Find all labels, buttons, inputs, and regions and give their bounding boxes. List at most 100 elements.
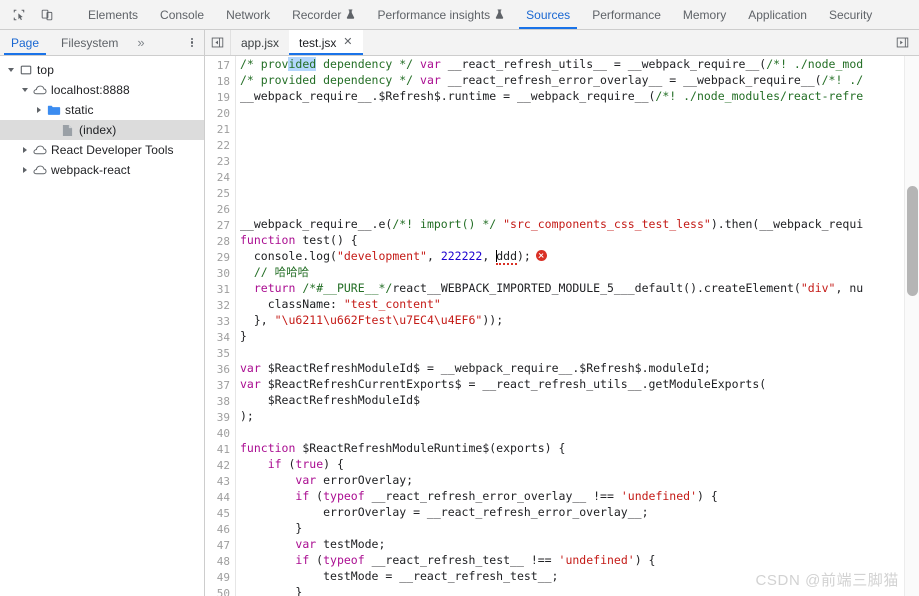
tree-item-localhost-8888[interactable]: localhost:8888 — [0, 80, 204, 100]
code-token: test — [302, 233, 331, 247]
chevron-down-icon[interactable] — [18, 88, 31, 92]
code-token: errorOverlay; — [316, 473, 414, 487]
panel-tab-memory[interactable]: Memory — [672, 0, 737, 29]
panel-tab-security[interactable]: Security — [818, 0, 883, 29]
line-number: 22 — [216, 139, 230, 152]
code-token: __react_refresh_error_overlay__ = __webp… — [440, 73, 822, 87]
tree-item-index[interactable]: (index) — [0, 120, 204, 140]
file-icon — [59, 124, 76, 137]
tree-item-react-developer-tools[interactable]: React Developer Tools — [0, 140, 204, 160]
code-token: true — [295, 457, 324, 471]
code-line: console.log("development", 222222, ddd); — [240, 248, 904, 265]
cloud-icon — [31, 164, 48, 176]
line-number: 25 — [216, 187, 230, 200]
panel-tab-label: Sources — [526, 7, 571, 22]
chevron-down-icon[interactable] — [4, 68, 17, 72]
code-token: ).then(__webpack_requi — [710, 217, 864, 231]
code-line: function test() { — [240, 232, 904, 248]
scrollbar-thumb[interactable] — [907, 186, 918, 296]
panel-tab-performance-insights[interactable]: Performance insights — [366, 0, 515, 29]
code-content[interactable]: /* provided dependency */ var __react_re… — [236, 56, 904, 596]
code-token: /*! ./node_modules/react-refre — [655, 89, 864, 103]
navigator-tab-strip: Page Filesystem » — [0, 30, 204, 56]
line-number: 46 — [216, 523, 230, 536]
line-number: 29 — [216, 251, 230, 264]
nav-tab-filesystem-label: Filesystem — [61, 35, 119, 50]
file-tab-app-jsx-label: app.jsx — [241, 35, 280, 50]
file-tab-test-jsx[interactable]: test.jsx ✕ — [289, 30, 364, 55]
navigator-more-options-button[interactable] — [180, 30, 204, 55]
line-number: 20 — [216, 107, 230, 120]
editor-vertical-scrollbar[interactable] — [904, 56, 919, 596]
chevron-right-icon[interactable] — [32, 107, 45, 113]
device-toolbar-icon[interactable] — [36, 4, 58, 26]
code-line: } — [240, 328, 904, 344]
nav-tab-page[interactable]: Page — [0, 30, 50, 55]
nav-tab-overflow-label: » — [137, 35, 145, 50]
code-line: __webpack_require__.$Refresh$.runtime = … — [240, 88, 904, 104]
devtools-window: Elements Console Network Recorder Performanc… — [0, 0, 919, 596]
file-tab-app-jsx[interactable]: app.jsx — [231, 30, 289, 55]
code-line: testMode = __react_refresh_test__; — [240, 568, 904, 584]
show-debugger-icon[interactable] — [889, 36, 915, 49]
code-token: testMode; — [316, 537, 386, 551]
code-token: var — [295, 537, 317, 551]
code-token: return — [253, 281, 296, 295]
line-number: 26 — [216, 203, 230, 216]
code-token: testMode = __react_refresh_test__; — [240, 569, 559, 583]
line-number: 47 — [216, 539, 230, 552]
code-token: )); — [482, 313, 504, 327]
show-navigator-icon[interactable] — [205, 30, 231, 55]
line-number: 35 — [216, 347, 230, 360]
tree-item-top[interactable]: top — [0, 60, 204, 80]
code-line: $ReactRefreshModuleId$ — [240, 392, 904, 408]
panel-tab-label: Performance insights — [377, 7, 491, 22]
code-token: /* provided dependency */ — [240, 73, 421, 87]
tree-item-static[interactable]: static — [0, 100, 204, 120]
code-token: ( — [281, 457, 296, 471]
inspect-cursor-icon[interactable] — [8, 4, 30, 26]
code-line: var testMode; — [240, 536, 904, 552]
error-badge-icon[interactable] — [535, 250, 547, 261]
code-token: errorOverlay = __react_refresh_error_ove… — [240, 505, 649, 519]
line-number: 48 — [216, 555, 230, 568]
panel-tab-strip: Elements Console Network Recorder Performanc… — [77, 0, 919, 29]
panel-tab-label: Security — [828, 7, 873, 22]
chevron-right-icon[interactable] — [18, 147, 31, 153]
text-selection: ided — [288, 57, 317, 71]
line-number: 31 — [216, 283, 230, 296]
chevron-right-icon[interactable] — [18, 167, 31, 173]
panel-tab-label: Application — [748, 7, 807, 22]
code-token: 222222 — [440, 249, 483, 263]
code-token: , — [482, 249, 497, 263]
panel-tab-elements[interactable]: Elements — [77, 0, 149, 29]
code-token: /*! ./node_mod — [766, 57, 864, 71]
panel-tab-console[interactable]: Console — [149, 0, 215, 29]
code-token: "\u6211\u662Ftest\u7EC4\u4EF6" — [274, 313, 483, 327]
tree-item-label: React Developer Tools — [51, 143, 174, 157]
folder-icon — [45, 104, 62, 116]
panel-tab-network[interactable]: Network — [215, 0, 281, 29]
line-number: 38 — [216, 395, 230, 408]
code-token: react__WEBPACK_IMPORTED_MODULE_5___defau… — [392, 281, 801, 295]
panel-tab-label: Network — [226, 7, 271, 22]
nav-tab-filesystem[interactable]: Filesystem — [50, 30, 129, 55]
devtools-main-toolbar: Elements Console Network Recorder Performanc… — [0, 0, 919, 30]
code-token: "div" — [800, 281, 836, 295]
panel-tab-recorder[interactable]: Recorder — [281, 0, 366, 29]
line-number: 18 — [216, 75, 230, 88]
nav-tab-overflow[interactable]: » — [129, 30, 152, 55]
code-line: __webpack_require__.e(/*! import() */ "s… — [240, 216, 904, 232]
code-editor[interactable]: 17 18 19 20 21 22 23 24 25 26 27 28 29 30 31 32 33 34 35 36… — [205, 56, 919, 596]
line-number: 24 — [216, 171, 230, 184]
line-number: 45 — [216, 507, 230, 520]
code-line: ); — [240, 408, 904, 424]
tree-item-webpack-react[interactable]: webpack-react — [0, 160, 204, 180]
close-icon[interactable]: ✕ — [342, 37, 353, 48]
code-line: var $ReactRefreshCurrentExports$ = __rea… — [240, 376, 904, 392]
panel-tab-performance[interactable]: Performance — [581, 0, 672, 29]
panel-tab-sources[interactable]: Sources — [515, 0, 581, 29]
line-number: 37 — [216, 379, 230, 392]
panel-tab-application[interactable]: Application — [737, 0, 818, 29]
